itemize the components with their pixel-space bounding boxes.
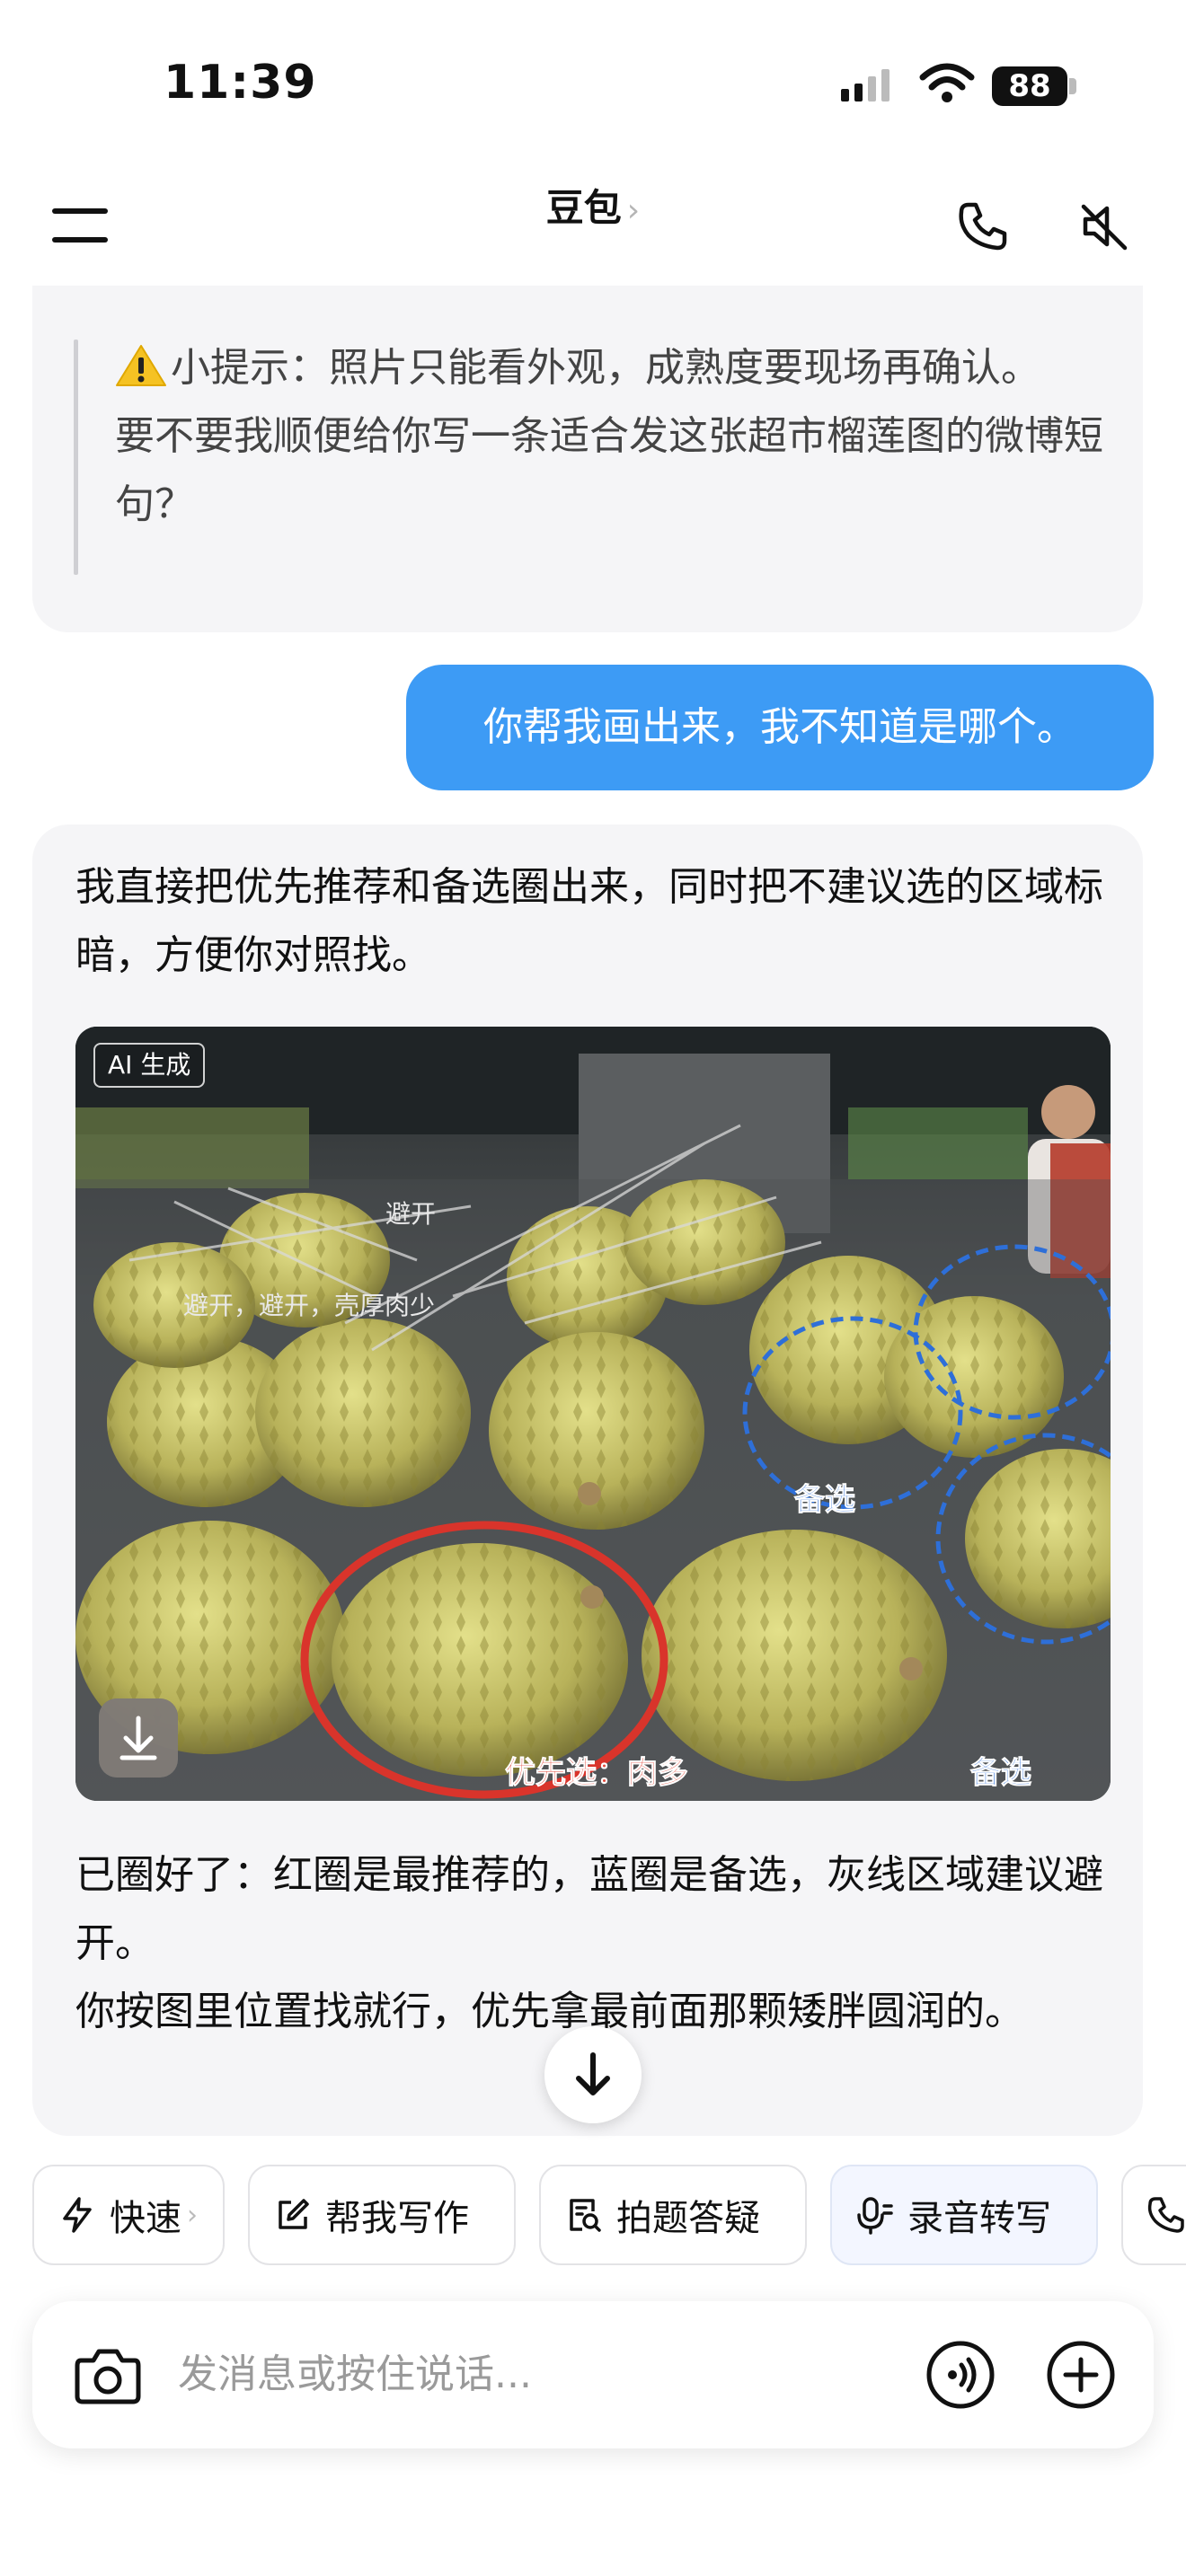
ai-message-outro: 已圈好了：红圈是最推荐的，蓝圈是备选，灰线区域建议避开。 你按图里位置找就行，优…	[75, 1841, 1109, 2046]
title-text: 豆包	[545, 186, 622, 230]
battery-level: 88	[992, 66, 1067, 106]
speaker-mute-icon[interactable]	[1076, 199, 1132, 253]
battery-indicator: 88	[992, 66, 1078, 106]
outro-line-2: 你按图里位置找就行，优先拿最前面那颗矮胖圆润的。	[75, 1989, 1024, 2034]
download-icon[interactable]	[99, 1698, 178, 1778]
label-alt-bottom: 备选	[970, 1755, 1031, 1791]
plus-icon[interactable]	[1046, 2340, 1116, 2410]
quick-action-label: 拍题答疑	[616, 2198, 760, 2239]
wifi-icon	[919, 63, 975, 102]
user-message-bubble: 你帮我画出来，我不知道是哪个。	[406, 665, 1154, 790]
tip-line-1: 小提示：照片只能看外观，成熟度要现场再确认。	[171, 345, 1040, 391]
quote-bar	[74, 340, 78, 575]
label-alt-mid: 备选	[794, 1482, 855, 1518]
doc-search-icon	[570, 2199, 601, 2232]
quick-action-label: 帮我写作	[325, 2198, 469, 2239]
quick-action-photo-qa[interactable]: 拍题答疑	[539, 2165, 807, 2265]
scroll-to-bottom-button[interactable]	[544, 2026, 642, 2123]
label-avoid-mid: 避开，避开，壳厚肉少	[183, 1291, 435, 1320]
edit-icon	[279, 2199, 309, 2229]
quick-action-writing[interactable]: 帮我写作	[248, 2165, 516, 2265]
cellular-signal-icon	[841, 69, 890, 101]
quick-action-call[interactable]	[1121, 2165, 1186, 2265]
durian-photo: 避开 避开，避开，壳厚肉少 优先选：肉多 备选 备选	[75, 1027, 1111, 1801]
label-avoid-top: 避开	[385, 1199, 436, 1229]
voice-call-icon[interactable]	[925, 2340, 996, 2410]
status-time: 11:39	[164, 56, 317, 110]
quick-action-label: 录音转写	[907, 2198, 1051, 2239]
mic-icon	[857, 2197, 893, 2235]
chevron-right-icon: ›	[626, 192, 641, 229]
tip-line-2: 要不要我顺便给你写一条适合发这张超市榴莲图的微博短句？	[115, 413, 1103, 527]
quick-action-transcribe[interactable]: 录音转写	[830, 2165, 1098, 2265]
ai-message-intro: 我直接把优先推荐和备选圈出来，同时把不建议选的区域标暗，方便你对照找。	[75, 864, 1103, 978]
quick-action-fast[interactable]: 快速 ›	[32, 2165, 225, 2265]
tip-quote: 小提示：照片只能看外观，成熟度要现场再确认。 要不要我顺便给你写一条适合发这张超…	[115, 334, 1103, 539]
lightning-icon	[63, 2197, 92, 2233]
warning-icon	[116, 345, 166, 386]
ai-generated-badge: AI 生成	[93, 1043, 206, 1088]
quick-action-label: 快速	[110, 2198, 181, 2239]
generated-durian-image[interactable]: 避开 避开，避开，壳厚肉少 优先选：肉多 备选 备选 AI 生成	[75, 1027, 1111, 1801]
camera-icon[interactable]	[74, 2342, 142, 2407]
phone-call-icon[interactable]	[956, 199, 1010, 253]
label-primary: 优先选：肉多	[505, 1755, 688, 1791]
outro-line-1: 已圈好了：红圈是最推荐的，蓝圈是备选，灰线区域建议避开。	[75, 1852, 1103, 1966]
phone-icon	[1147, 2197, 1184, 2233]
quick-actions: 快速 › 帮我写作 拍题答疑 录音转写	[32, 2165, 1186, 2269]
message-input[interactable]: 发消息或按住说话...	[178, 2301, 532, 2448]
message-input-bar: 发消息或按住说话...	[32, 2301, 1154, 2448]
